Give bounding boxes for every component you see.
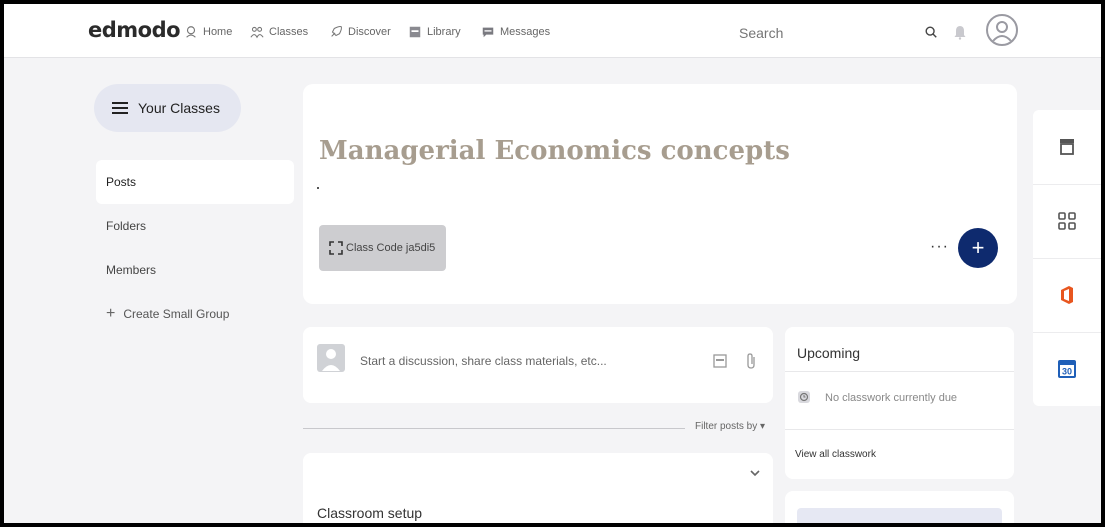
class-side-nav: Posts Folders Members + Create Small Gro… bbox=[96, 160, 294, 336]
bell-icon[interactable] bbox=[951, 23, 969, 41]
nav-home-label: Home bbox=[203, 26, 233, 38]
post-composer[interactable]: Start a discussion, share class material… bbox=[303, 327, 773, 403]
composer-placeholder[interactable]: Start a discussion, share class material… bbox=[360, 354, 607, 368]
nav-home[interactable]: Home bbox=[184, 25, 232, 39]
nav-messages-label: Messages bbox=[500, 26, 551, 38]
nav-library-label: Library bbox=[427, 26, 461, 38]
sidebar-item-members[interactable]: Members bbox=[96, 248, 294, 292]
composer-avatar bbox=[317, 344, 345, 372]
messages-icon bbox=[482, 27, 494, 38]
sidebar-item-label: Members bbox=[106, 263, 157, 277]
library-icon[interactable] bbox=[713, 354, 727, 368]
plus-icon: + bbox=[106, 305, 116, 322]
class-header-card: Managerial Economics concepts Class Code… bbox=[303, 84, 1017, 304]
classroom-setup-title: Classroom setup bbox=[317, 505, 423, 521]
upcoming-title: Upcoming bbox=[797, 345, 861, 361]
rail-item-calendar[interactable]: 30 bbox=[1033, 332, 1101, 404]
upcoming-card: Upcoming No classwork currently due View… bbox=[785, 327, 1014, 479]
person-icon bbox=[322, 349, 340, 371]
class-code-label: Class Code ja5di5 bbox=[346, 242, 436, 254]
sidebar-item-label: Folders bbox=[106, 219, 147, 233]
your-classes-button[interactable]: Your Classes bbox=[94, 84, 241, 132]
top-nav: edmodo Home Classes Discover Library Mes… bbox=[4, 4, 1101, 58]
view-all-classwork-link[interactable]: View all classwork bbox=[795, 449, 876, 460]
calendar-icon: 30 bbox=[1058, 359, 1076, 378]
nav-discover-label: Discover bbox=[348, 26, 391, 38]
library-icon bbox=[409, 26, 421, 38]
class-code-icon bbox=[329, 241, 343, 255]
create-small-group-button[interactable]: + Create Small Group bbox=[96, 292, 294, 336]
classes-icon bbox=[250, 26, 264, 39]
search-icon[interactable] bbox=[924, 25, 938, 39]
store-icon bbox=[1060, 139, 1074, 155]
attachment-icon[interactable] bbox=[744, 352, 758, 370]
class-code-button[interactable]: Class Code ja5di5 bbox=[319, 225, 446, 271]
your-classes-label: Your Classes bbox=[138, 100, 220, 116]
decorative-dot bbox=[317, 187, 319, 189]
right-rail: 30 bbox=[1033, 110, 1101, 406]
divider bbox=[785, 429, 1014, 430]
rocket-icon bbox=[331, 26, 342, 37]
create-small-group-label: Create Small Group bbox=[123, 307, 230, 321]
nav-messages[interactable]: Messages bbox=[481, 25, 550, 39]
add-button[interactable]: + bbox=[958, 228, 998, 268]
search-input[interactable] bbox=[731, 18, 949, 48]
rail-item-apps[interactable] bbox=[1033, 184, 1101, 256]
sidebar-item-folders[interactable]: Folders bbox=[96, 204, 294, 248]
bottom-card-button[interactable] bbox=[797, 508, 1002, 523]
rail-item-office[interactable] bbox=[1033, 258, 1101, 330]
nav-library[interactable]: Library bbox=[408, 25, 461, 39]
filter-row: Filter posts by ▾ bbox=[303, 420, 773, 436]
apps-grid-icon bbox=[1058, 211, 1076, 230]
classroom-setup-card[interactable]: Classroom setup bbox=[303, 453, 773, 523]
more-options-button[interactable]: ··· bbox=[930, 238, 949, 256]
office-icon bbox=[1061, 285, 1073, 304]
calendar-day: 30 bbox=[1062, 366, 1072, 376]
bottom-card bbox=[785, 491, 1014, 523]
sidebar-item-label: Posts bbox=[106, 175, 137, 189]
user-avatar[interactable] bbox=[986, 14, 1018, 46]
nav-classes-label: Classes bbox=[269, 26, 309, 38]
nav-discover[interactable]: Discover bbox=[329, 25, 391, 39]
clock-icon bbox=[798, 391, 810, 403]
divider bbox=[303, 428, 685, 429]
app-frame: edmodo Home Classes Discover Library Mes… bbox=[4, 4, 1101, 523]
rail-item-store[interactable] bbox=[1033, 110, 1101, 182]
nav-classes[interactable]: Classes bbox=[250, 25, 308, 39]
class-title: Managerial Economics concepts bbox=[319, 136, 790, 166]
divider bbox=[785, 371, 1014, 372]
no-classwork-text: No classwork currently due bbox=[825, 392, 958, 404]
chevron-down-icon[interactable] bbox=[749, 467, 761, 479]
user-avatar-icon bbox=[992, 21, 1012, 42]
edmodo-logo[interactable]: edmodo bbox=[88, 18, 181, 42]
hamburger-icon bbox=[112, 102, 128, 114]
home-icon bbox=[186, 26, 196, 38]
sidebar-item-posts[interactable]: Posts bbox=[96, 160, 294, 204]
filter-posts-dropdown[interactable]: Filter posts by ▾ bbox=[695, 421, 765, 432]
